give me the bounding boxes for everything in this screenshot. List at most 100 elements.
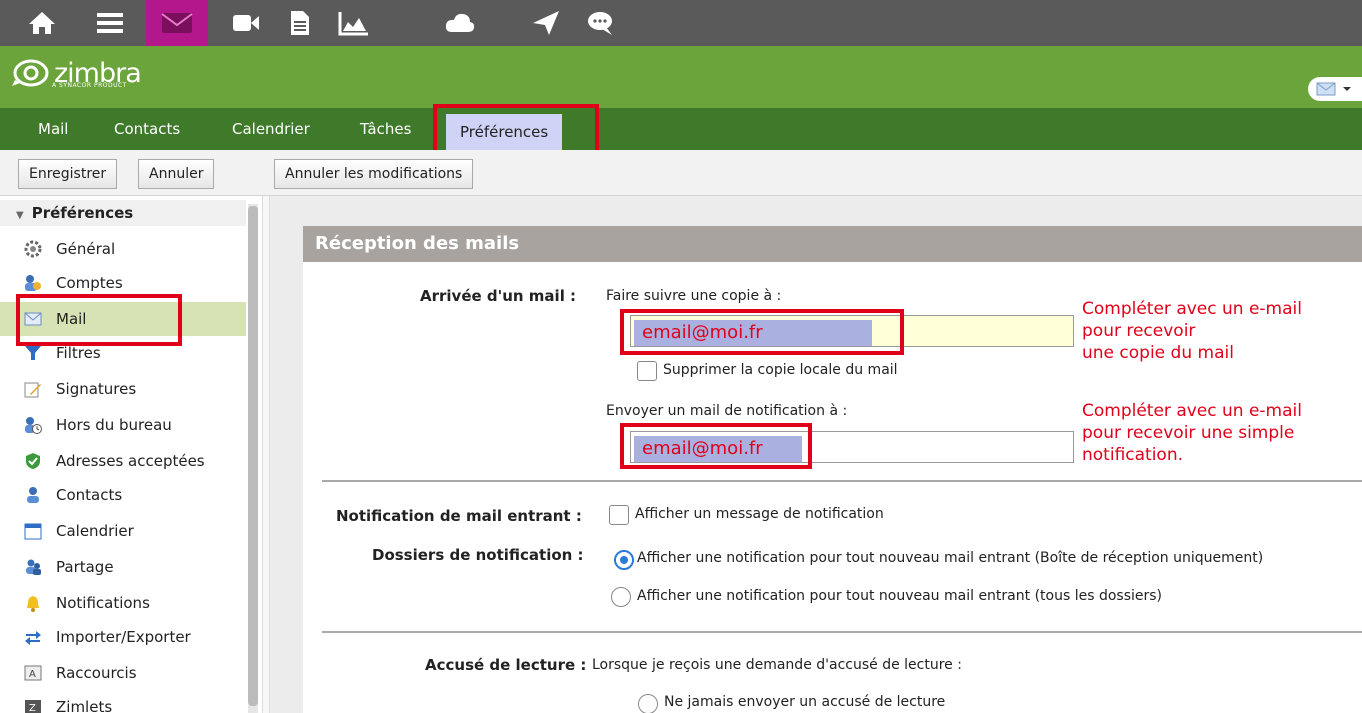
never-send-receipt-radio[interactable] — [638, 694, 658, 713]
folders-all-radio[interactable] — [611, 587, 631, 607]
sidebar-item-label: Mail — [56, 310, 87, 328]
forward-note-line-2: pour recevoir — [1082, 321, 1196, 341]
notify-note-line-2: pour recevoir une simple — [1082, 423, 1295, 443]
sidebar-item-label: Raccourcis — [56, 664, 137, 682]
tab-calendrier[interactable]: Calendrier — [232, 108, 310, 150]
app-header: zimbra A SYNACOR PRODUCT — [0, 46, 1362, 108]
read-receipt-label: Accusé de lecture : — [425, 656, 587, 674]
folders-inbox-only-option: Afficher une notification pour tout nouv… — [637, 550, 1264, 566]
chat-icon[interactable] — [574, 0, 626, 46]
read-receipt-question: Lorsque je reçois une demande d'accusé d… — [592, 657, 962, 673]
sidebar-item-general[interactable]: Général — [0, 232, 246, 266]
incoming-notification-checkbox[interactable] — [609, 505, 629, 525]
sidebar-item-contacts[interactable]: Contacts — [0, 478, 246, 512]
envelope-icon — [1316, 82, 1336, 96]
sidebar-item-notifications[interactable]: Notifications — [0, 586, 246, 620]
delete-local-copy-label: Supprimer la copie locale du mail — [663, 362, 898, 378]
cancel-button[interactable]: Annuler — [138, 159, 215, 189]
notify-email-value: email@moi.fr — [634, 436, 802, 462]
shield-icon — [24, 452, 42, 470]
user-menu-button[interactable] — [1308, 77, 1362, 101]
calendar-icon — [24, 522, 42, 540]
folders-inbox-only-radio[interactable] — [614, 550, 634, 570]
sidebar-item-label: Partage — [56, 558, 114, 576]
cloud-icon[interactable] — [434, 0, 486, 46]
panel-splitter[interactable] — [262, 196, 270, 713]
collapse-triangle-icon: ▼ — [16, 210, 24, 221]
sidebar-item-label: Adresses acceptées — [56, 452, 205, 470]
tab-preferences[interactable]: Préférences — [446, 114, 563, 150]
video-icon[interactable] — [220, 0, 272, 46]
forward-note-line-1: Compléter avec un e-mail — [1082, 299, 1302, 319]
tree-header-label: Préférences — [31, 204, 134, 222]
sidebar-item-comptes[interactable]: Comptes — [0, 266, 246, 300]
notify-email-label: Envoyer un mail de notification à : — [606, 403, 848, 419]
sidebar-item-label: Contacts — [56, 486, 123, 504]
sidebar-item-zimlets[interactable]: Z Zimlets — [0, 690, 246, 713]
sidebar-item-adresses-acceptees[interactable]: Adresses acceptées — [0, 444, 246, 478]
sidebar-item-label: Filtres — [56, 344, 101, 362]
share-icon — [24, 558, 42, 576]
sidebar-item-partage[interactable]: Partage — [0, 550, 246, 584]
home-icon[interactable] — [16, 0, 68, 46]
send-icon[interactable] — [520, 0, 572, 46]
sidebar-item-calendrier[interactable]: Calendrier — [0, 514, 246, 548]
forward-email-value: email@moi.fr — [634, 320, 872, 346]
tab-mail[interactable]: Mail — [38, 108, 68, 150]
sidebar-item-label: Zimlets — [56, 698, 113, 713]
chart-icon[interactable] — [328, 0, 380, 46]
sidebar-item-label: Notifications — [56, 594, 150, 612]
zimbra-logo-icon — [12, 59, 49, 87]
sidebar-item-label: Comptes — [56, 274, 123, 292]
revert-changes-button[interactable]: Annuler les modifications — [274, 159, 474, 189]
contact-icon — [24, 486, 42, 504]
folders-all-option: Afficher une notification pour tout nouv… — [637, 588, 1163, 604]
delete-local-copy-checkbox[interactable] — [637, 361, 657, 381]
notify-note-line-1: Compléter avec un e-mail — [1082, 401, 1302, 421]
section-title: Réception des mails — [303, 226, 1362, 262]
forward-note-line-3: une copie du mail — [1082, 343, 1234, 363]
sidebar-item-importer-exporter[interactable]: Importer/Exporter — [0, 620, 246, 654]
save-button[interactable]: Enregistrer — [18, 159, 118, 189]
sidebar-item-signatures[interactable]: Signatures — [0, 372, 246, 406]
sidebar-item-raccourcis[interactable]: A Raccourcis — [0, 656, 246, 690]
arrival-label: Arrivée d'un mail : — [420, 287, 577, 305]
tab-taches[interactable]: Tâches — [360, 108, 411, 150]
sidebar-item-label: Calendrier — [56, 522, 134, 540]
incoming-notification-label: Notification de mail entrant : — [336, 507, 582, 525]
svg-text:A: A — [29, 669, 36, 680]
out-of-office-icon — [24, 416, 42, 434]
preferences-tree-header[interactable]: ▼ Préférences — [0, 200, 246, 226]
brand-tagline: A SYNACOR PRODUCT — [52, 82, 127, 89]
mail-icon — [24, 310, 42, 328]
accounts-icon — [24, 274, 42, 292]
notification-folders-label: Dossiers de notification : — [372, 546, 584, 564]
filter-icon — [24, 344, 42, 362]
sidebar-item-label: Hors du bureau — [56, 416, 172, 434]
sidebar-item-label: Général — [56, 240, 116, 258]
preferences-sidebar: ▼ Préférences Général Comptes Mail Filtre… — [0, 196, 262, 713]
keyboard-icon: A — [24, 664, 42, 682]
sidebar-item-filtres[interactable]: Filtres — [0, 336, 246, 370]
toolbar: Enregistrer Annuler Annuler les modifica… — [0, 150, 1362, 196]
section-divider — [322, 631, 1362, 633]
sidebar-item-label: Signatures — [56, 380, 137, 398]
svg-text:Z: Z — [29, 703, 36, 713]
import-export-icon — [24, 628, 42, 646]
bell-icon — [24, 594, 42, 612]
chevron-down-icon — [1343, 87, 1351, 91]
sidebar-item-hors-du-bureau[interactable]: Hors du bureau — [0, 408, 246, 442]
signature-icon — [24, 380, 42, 398]
sidebar-item-mail[interactable]: Mail — [0, 302, 246, 336]
main-tab-bar: Mail Contacts Calendrier Tâches Préféren… — [0, 108, 1362, 150]
menu-icon[interactable] — [84, 0, 136, 46]
zimlet-icon: Z — [24, 698, 42, 713]
tab-contacts[interactable]: Contacts — [114, 108, 180, 150]
forward-copy-label: Faire suivre une copie à : — [606, 288, 782, 304]
mail-app-icon[interactable] — [146, 0, 208, 46]
document-icon[interactable] — [274, 0, 326, 46]
app-switcher-bar — [0, 0, 1362, 46]
sidebar-scroll-thumb[interactable] — [248, 206, 258, 706]
never-send-receipt-option: Ne jamais envoyer un accusé de lecture — [664, 694, 946, 710]
incoming-notification-option: Afficher un message de notification — [635, 506, 884, 522]
